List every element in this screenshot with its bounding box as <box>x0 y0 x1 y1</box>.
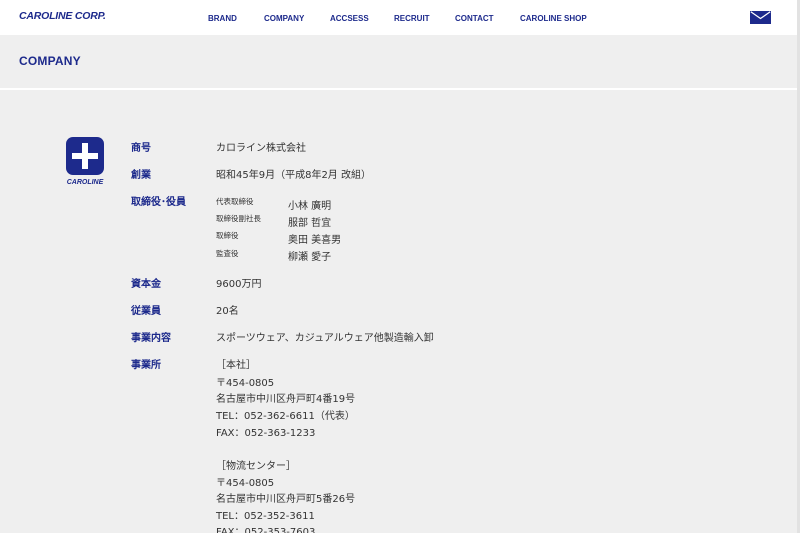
nav-company[interactable]: COMPANY <box>264 14 304 23</box>
trade-name-label: 商号 <box>131 143 151 154</box>
head-office-address: 名古屋市中川区舟戸町4番19号 <box>216 394 356 405</box>
logistics-center-tel: TEL：052-352-3611 <box>216 511 315 522</box>
offices-label: 事業所 <box>131 360 161 371</box>
head-office-heading: ［本社］ <box>216 360 256 371</box>
founded-value: 昭和45年9月（平成8年2月 改組） <box>216 170 371 181</box>
capital-label: 資本金 <box>131 279 161 290</box>
logistics-center-postal: 〒454-0805 <box>216 478 275 489</box>
officer-role: 代表取締役 <box>216 197 254 206</box>
page-header-band <box>0 35 800 88</box>
nav-brand[interactable]: BRAND <box>208 14 237 23</box>
officer-name: 奥田 美喜男 <box>288 235 342 246</box>
employees-label: 従業員 <box>131 306 161 317</box>
officer-role: 取締役 <box>216 231 239 240</box>
nav-contact[interactable]: CONTACT <box>455 14 494 23</box>
nav-accsess[interactable]: ACCSESS <box>330 14 369 23</box>
envelope-icon[interactable] <box>750 11 771 24</box>
caroline-cross-logo-icon: CAROLINE <box>66 137 104 186</box>
logistics-center-fax: FAX：052-353-7603 <box>216 527 316 533</box>
founded-label: 創業 <box>131 170 151 181</box>
logistics-center-address: 名古屋市中川区舟戸町5番26号 <box>216 494 356 505</box>
nav-caroline-shop[interactable]: CAROLINE SHOP <box>520 14 587 23</box>
officer-name: 小林 廣明 <box>288 201 332 212</box>
officer-role: 取締役副社長 <box>216 214 261 223</box>
head-office-fax: FAX：052-363-1233 <box>216 428 316 439</box>
company-info-section <box>0 90 800 533</box>
officer-name: 柳瀬 愛子 <box>288 252 332 263</box>
brand-mark-caption: CAROLINE <box>67 179 104 186</box>
business-label: 事業内容 <box>131 333 171 344</box>
nav-recruit[interactable]: RECRUIT <box>394 14 430 23</box>
head-office-postal: 〒454-0805 <box>216 378 275 389</box>
capital-value: 9600万円 <box>216 279 262 290</box>
page-title: COMPANY <box>19 54 81 68</box>
business-value: スポーツウェア、カジュアルウェア他製造輸入卸 <box>216 333 434 344</box>
officers-label: 取締役･役員 <box>131 197 186 208</box>
officer-name: 服部 哲宜 <box>288 218 332 229</box>
trade-name-value: カロライン株式会社 <box>216 143 306 154</box>
head-office-tel: TEL：052-362-6611（代表） <box>216 411 355 422</box>
logistics-center-heading: ［物流センター］ <box>216 461 296 472</box>
officer-role: 監査役 <box>216 249 239 258</box>
employees-value: 20名 <box>216 306 239 317</box>
main-nav: BRAND COMPANY ACCSESS RECRUIT CONTACT CA… <box>0 14 800 24</box>
